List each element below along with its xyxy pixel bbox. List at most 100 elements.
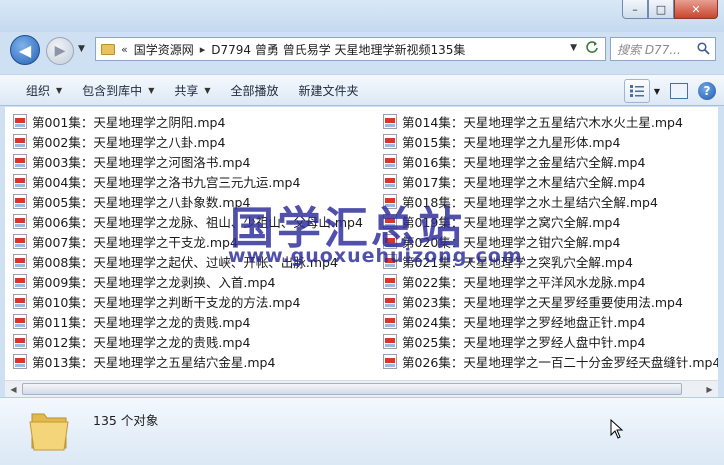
new-folder-button[interactable]: 新建文件夹 xyxy=(289,78,369,102)
file-name: 第026集：天星地理学之一百二十分金罗经天盘缝针.mp4 xyxy=(402,354,718,370)
file-name: 第014集：天星地理学之五星结穴木水火土星.mp4 xyxy=(402,114,683,130)
watermark-url: www.guoxuehuizong.com xyxy=(228,245,523,267)
refresh-icon[interactable] xyxy=(585,40,599,58)
maximize-button[interactable]: □ xyxy=(648,0,674,19)
file-name: 第009集：天星地理学之龙剥换、入首.mp4 xyxy=(32,274,276,290)
organize-label: 组织 xyxy=(26,83,51,98)
details-pane: 135 个对象 xyxy=(0,397,724,465)
video-file-icon xyxy=(13,173,27,189)
navigation-bar: ◀ ▶ ▼ « 国学资源网 ▸ D7794 曾勇 曾氏易学 天星地理学新视频13… xyxy=(0,32,724,68)
file-name: 第016集：天星地理学之金星结穴全解.mp4 xyxy=(402,154,646,170)
play-all-button[interactable]: 全部播放 xyxy=(221,78,289,102)
scroll-right-icon[interactable]: ▶ xyxy=(701,381,718,397)
video-file-icon xyxy=(383,133,397,149)
file-name: 第024集：天星地理学之罗经地盘正针.mp4 xyxy=(402,314,646,330)
share-button[interactable]: 共享 ▼ xyxy=(164,78,220,102)
window-controls: – □ ✕ xyxy=(622,0,718,19)
file-name: 第011集：天星地理学之龙的贵贱.mp4 xyxy=(32,314,251,330)
help-icon[interactable]: ? xyxy=(698,82,716,100)
file-item[interactable]: 第016集：天星地理学之金星结穴全解.mp4 xyxy=(383,151,718,171)
video-file-icon xyxy=(13,213,27,229)
back-button[interactable]: ◀ xyxy=(10,35,40,65)
video-file-icon xyxy=(383,333,397,349)
search-input[interactable]: 搜索 D77... xyxy=(610,37,716,61)
change-view-button[interactable] xyxy=(623,79,650,103)
file-item[interactable]: 第004集：天星地理学之洛书九宫三元九运.mp4 xyxy=(13,171,363,191)
folder-icon xyxy=(101,43,115,55)
file-name: 第025集：天星地理学之罗经人盘中针.mp4 xyxy=(402,334,646,350)
history-dropdown-button[interactable]: ▼ xyxy=(78,44,85,54)
file-item[interactable]: 第009集：天星地理学之龙剥换、入首.mp4 xyxy=(13,271,363,291)
search-placeholder: 搜索 D77... xyxy=(617,42,681,57)
file-name: 第004集：天星地理学之洛书九宫三元九运.mp4 xyxy=(32,174,301,190)
file-item[interactable]: 第001集：天星地理学之阴阳.mp4 xyxy=(13,111,363,131)
file-name: 第017集：天星地理学之木星结穴全解.mp4 xyxy=(402,174,646,190)
video-file-icon xyxy=(383,173,397,189)
video-file-icon xyxy=(13,253,27,269)
video-file-icon xyxy=(383,153,397,169)
share-label: 共享 xyxy=(174,83,199,98)
video-file-icon xyxy=(383,113,397,129)
file-item[interactable]: 第025集：天星地理学之罗经人盘中针.mp4 xyxy=(383,331,718,351)
back-arrow-icon: ◀ xyxy=(18,40,32,60)
file-item[interactable]: 第010集：天星地理学之判断干支龙的方法.mp4 xyxy=(13,291,363,311)
chevron-down-icon: ▼ xyxy=(56,85,63,95)
file-item[interactable]: 第003集：天星地理学之河图洛书.mp4 xyxy=(13,151,363,171)
file-item[interactable]: 第014集：天星地理学之五星结穴木水火土星.mp4 xyxy=(383,111,718,131)
forward-arrow-icon: ▶ xyxy=(54,43,66,59)
file-item[interactable]: 第015集：天星地理学之九星形体.mp4 xyxy=(383,131,718,151)
file-item[interactable]: 第023集：天星地理学之天星罗经重要使用法.mp4 xyxy=(383,291,718,311)
preview-pane-button[interactable] xyxy=(670,83,688,99)
horizontal-scrollbar[interactable]: ◀ ▶ xyxy=(5,380,718,397)
close-button[interactable]: ✕ xyxy=(674,0,718,19)
file-name: 第005集：天星地理学之八卦象数.mp4 xyxy=(32,194,251,210)
video-file-icon xyxy=(13,153,27,169)
file-name: 第015集：天星地理学之九星形体.mp4 xyxy=(402,134,621,150)
video-file-icon xyxy=(13,333,27,349)
breadcrumb-separator[interactable]: ▸ xyxy=(200,43,206,56)
file-name: 第012集：天星地理学之龙的贵贱.mp4 xyxy=(32,334,251,350)
item-count: 135 个对象 xyxy=(93,413,159,428)
file-item[interactable]: 第024集：天星地理学之罗经地盘正针.mp4 xyxy=(383,311,718,331)
file-name: 第022集：天星地理学之平洋风水龙脉.mp4 xyxy=(402,274,646,290)
address-dropdown-button[interactable]: ▼ xyxy=(570,43,577,53)
scroll-left-icon[interactable]: ◀ xyxy=(5,381,22,397)
view-dropdown-icon[interactable]: ▼ xyxy=(654,87,660,96)
video-file-icon xyxy=(13,273,27,289)
video-file-icon xyxy=(383,313,397,329)
breadcrumb-item-current[interactable]: D7794 曾勇 曾氏易学 天星地理学新视频135集 xyxy=(211,41,465,58)
file-item[interactable]: 第013集：天星地理学之五星结穴金星.mp4 xyxy=(13,351,363,371)
file-item[interactable]: 第022集：天星地理学之平洋风水龙脉.mp4 xyxy=(383,271,718,291)
file-item[interactable]: 第017集：天星地理学之木星结穴全解.mp4 xyxy=(383,171,718,191)
organize-button[interactable]: 组织 ▼ xyxy=(16,78,72,102)
video-file-icon xyxy=(383,273,397,289)
file-name: 第023集：天星地理学之天星罗经重要使用法.mp4 xyxy=(402,294,683,310)
breadcrumb-item-root[interactable]: 国学资源网 xyxy=(134,41,194,58)
chevron-down-icon: ▼ xyxy=(204,85,211,95)
video-file-icon xyxy=(13,113,27,129)
video-file-icon xyxy=(383,293,397,309)
file-item[interactable]: 第026集：天星地理学之一百二十分金罗经天盘缝针.mp4 xyxy=(383,351,718,371)
file-name: 第013集：天星地理学之五星结穴金星.mp4 xyxy=(32,354,276,370)
file-name: 第007集：天星地理学之干支龙.mp4 xyxy=(32,234,238,250)
file-name: 第002集：天星地理学之八卦.mp4 xyxy=(32,134,226,150)
file-name: 第003集：天星地理学之河图洛书.mp4 xyxy=(32,154,251,170)
view-list-icon xyxy=(629,85,644,97)
include-in-library-button[interactable]: 包含到库中 ▼ xyxy=(72,78,164,102)
video-file-icon xyxy=(13,233,27,249)
forward-button[interactable]: ▶ xyxy=(46,37,74,65)
search-icon[interactable] xyxy=(697,42,710,55)
mouse-cursor-icon xyxy=(610,419,624,439)
file-item[interactable]: 第002集：天星地理学之八卦.mp4 xyxy=(13,131,363,151)
video-file-icon xyxy=(13,133,27,149)
file-name: 第010集：天星地理学之判断干支龙的方法.mp4 xyxy=(32,294,301,310)
file-name: 第001集：天星地理学之阴阳.mp4 xyxy=(32,114,226,130)
video-file-icon xyxy=(13,353,27,369)
file-item[interactable]: 第011集：天星地理学之龙的贵贱.mp4 xyxy=(13,311,363,331)
breadcrumb-overflow[interactable]: « xyxy=(121,43,128,56)
scrollbar-thumb[interactable] xyxy=(22,383,682,395)
address-bar[interactable]: « 国学资源网 ▸ D7794 曾勇 曾氏易学 天星地理学新视频135集 ▼ xyxy=(95,37,606,61)
command-bar: 组织 ▼ 包含到库中 ▼ 共享 ▼ 全部播放 新建文件夹 ▼ ? xyxy=(0,74,724,106)
minimize-button[interactable]: – xyxy=(622,0,648,19)
file-item[interactable]: 第012集：天星地理学之龙的贵贱.mp4 xyxy=(13,331,363,351)
